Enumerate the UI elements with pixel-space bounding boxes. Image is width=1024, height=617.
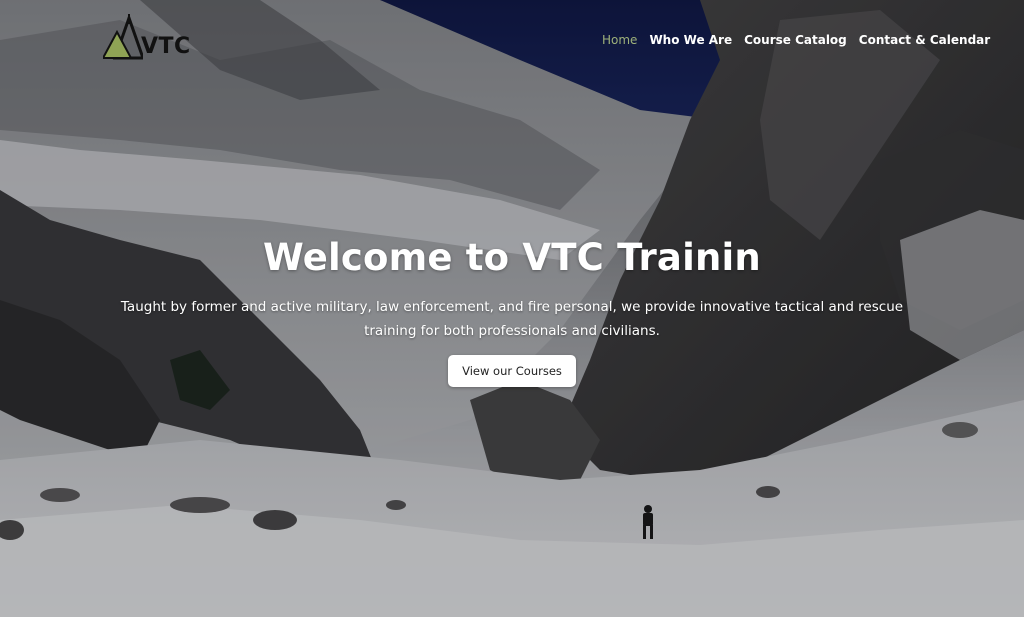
view-courses-button[interactable]: View our Courses xyxy=(448,355,576,387)
nav-who-we-are[interactable]: Who We Are xyxy=(649,33,732,47)
main-navigation: Home Who We Are Course Catalog Contact &… xyxy=(602,33,990,47)
nav-home[interactable]: Home xyxy=(602,33,637,47)
hero-title: Welcome to VTC Trainin xyxy=(263,236,761,279)
nav-contact-calendar[interactable]: Contact & Calendar xyxy=(859,33,990,47)
hero-subtitle: Taught by former and active military, la… xyxy=(120,299,904,339)
hero-section: VTC Home Who We Are Course Catalog Conta… xyxy=(0,0,1024,617)
nav-course-catalog[interactable]: Course Catalog xyxy=(744,33,847,47)
mountain-triangle-icon xyxy=(103,14,143,60)
hero-content: Welcome to VTC Trainin Taught by former … xyxy=(0,236,1024,387)
vtc-logo[interactable]: VTC xyxy=(103,10,203,62)
logo-text: VTC xyxy=(141,34,191,59)
